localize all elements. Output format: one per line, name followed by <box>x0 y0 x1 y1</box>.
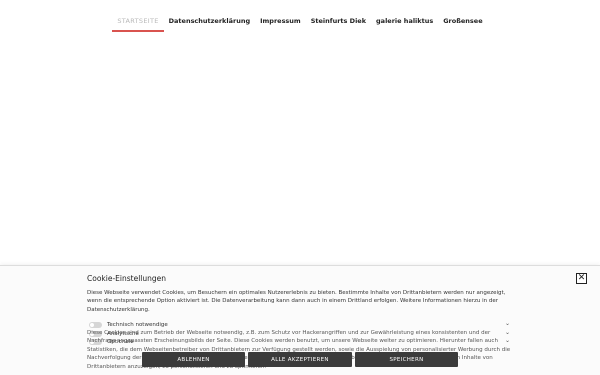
cookie-title: Cookie-Einstellungen <box>87 274 167 283</box>
nav-item-steinfurts-diek[interactable]: Steinfurts Diek <box>306 17 371 25</box>
nav-item-impressum[interactable]: Impressum <box>255 17 306 25</box>
main-navigation: STARTSEITE Datenschutzerklärung Impressu… <box>0 17 600 32</box>
accept-all-button[interactable]: ALLE AKZEPTIEREN <box>248 352 352 367</box>
cookie-buttons: ABLEHNEN ALLE AKZEPTIEREN SPEICHERN <box>142 352 516 367</box>
category-technisch-notwendige[interactable]: Technisch notwendige ⌄ <box>87 320 512 329</box>
close-icon[interactable]: ✕ <box>576 273 587 284</box>
nav-item-startseite[interactable]: STARTSEITE <box>112 17 164 32</box>
chevron-down-icon[interactable]: ⌄ <box>505 320 510 328</box>
page: STARTSEITE Datenschutzerklärung Impressu… <box>0 0 600 375</box>
save-button[interactable]: SPEICHERN <box>355 352 458 367</box>
nav-item-galerie-haliktus[interactable]: galerie haliktus <box>371 17 438 25</box>
toggle-icon[interactable] <box>89 322 102 328</box>
cookie-description: Diese Webseite verwendet Cookies, um Bes… <box>87 290 506 313</box>
nav-item-datenschutzerklaerung[interactable]: Datenschutzerklärung <box>164 17 255 25</box>
category-label: Technisch notwendige <box>107 322 168 328</box>
nav-item-grossensee[interactable]: Großensee <box>438 17 487 25</box>
decline-button[interactable]: ABLEHNEN <box>142 352 245 367</box>
